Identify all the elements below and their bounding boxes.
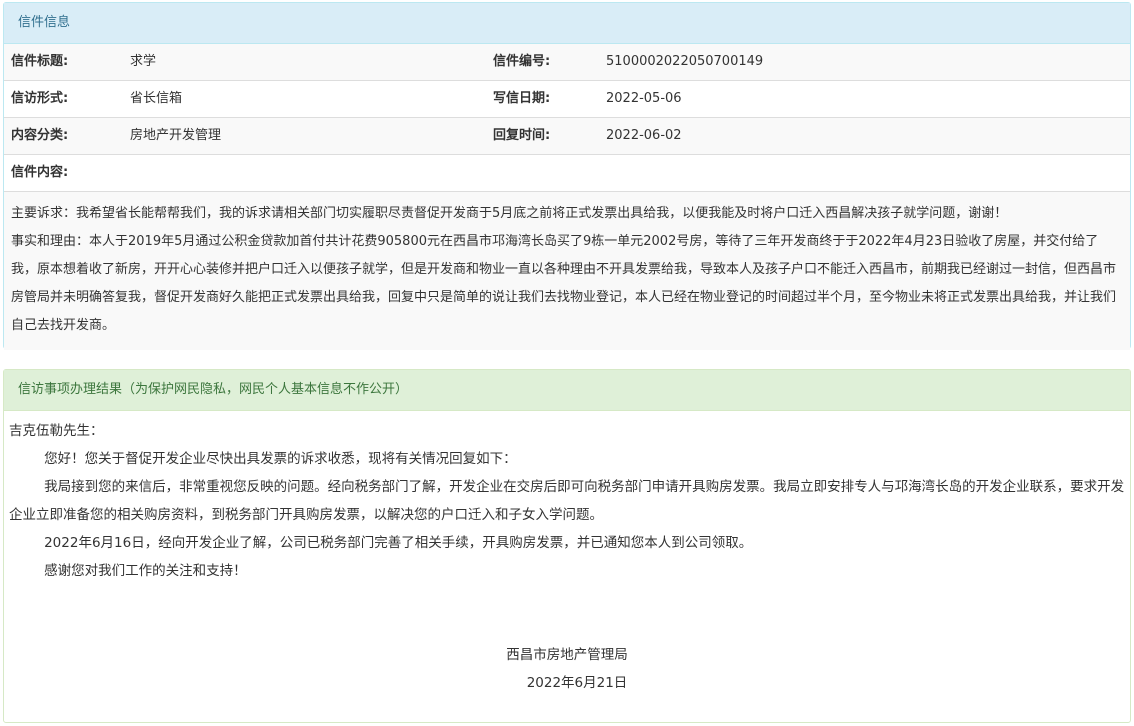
letter-number-label: 信件编号:: [493, 54, 551, 69]
reply-paragraph: 2022年6月16日，经向开发企业了解，公司已税务部门完善了相关手续，开具购房发…: [44, 535, 753, 551]
petition-form-value: 省长信箱: [130, 91, 183, 106]
write-date-value: 2022-05-06: [606, 91, 682, 106]
letter-row-title: 信件标题: 求学 信件编号: 5100002022050700149: [4, 44, 1130, 81]
reply-salutation: 吉克伍勒先生：: [9, 423, 104, 439]
letter-info-panel: 信件信息 信件标题: 求学 信件编号: 5100002022050700149 …: [3, 2, 1131, 350]
letter-title-label: 信件标题:: [11, 54, 69, 69]
letter-row-form: 信访形式: 省长信箱 写信日期: 2022-05-06: [4, 81, 1130, 118]
reply-paragraph: 感谢您对我们工作的关注和支持！: [44, 563, 247, 579]
letter-content-facts: 事实和理由：本人于2019年5月通过公积金贷款加首付共计花费905800元在西昌…: [11, 234, 1117, 333]
result-panel: 信访事项办理结果（为保护网民隐私，网民个人基本信息不作公开） 吉克伍勒先生： 您…: [3, 369, 1131, 723]
category-label: 内容分类:: [11, 128, 69, 143]
letter-info-header: 信件信息: [4, 3, 1130, 44]
reply-paragraph: 我局接到您的来信后，非常重视您反映的问题。经向税务部门了解，开发企业在交房后即可…: [9, 479, 1125, 523]
category-value: 房地产开发管理: [130, 128, 222, 143]
reply-time-label: 回复时间:: [493, 128, 551, 143]
reply-signature: 西昌市房地产管理局: [506, 647, 628, 663]
reply-date: 2022年6月21日: [526, 675, 628, 691]
letter-row-category: 内容分类: 房地产开发管理 回复时间: 2022-06-02: [4, 118, 1130, 155]
reply-paragraph: 您好！您关于督促开发企业尽快出具发票的诉求收悉，现将有关情况回复如下：: [44, 451, 517, 467]
letter-row-content-label: 信件内容:: [4, 155, 1130, 192]
reply-signature-block: 西昌市房地产管理局 2022年6月21日: [9, 641, 1125, 697]
letter-number-value: 5100002022050700149: [606, 54, 764, 69]
reply-body: 吉克伍勒先生： 您好！您关于督促开发企业尽快出具发票的诉求收悉，现将有关情况回复…: [4, 411, 1130, 697]
write-date-label: 写信日期:: [493, 91, 551, 106]
content-label: 信件内容:: [11, 165, 69, 180]
letter-content: 主要诉求：我希望省长能帮帮我们，我的诉求请相关部门切实履职尽责督促开发商于5月底…: [4, 192, 1130, 350]
reply-time-value: 2022-06-02: [606, 128, 682, 143]
result-header: 信访事项办理结果（为保护网民隐私，网民个人基本信息不作公开）: [4, 370, 1130, 411]
letter-title-value: 求学: [130, 54, 157, 69]
petition-form-label: 信访形式:: [11, 91, 69, 106]
letter-content-demand: 主要诉求：我希望省长能帮帮我们，我的诉求请相关部门切实履职尽责督促开发商于5月底…: [11, 206, 1008, 221]
